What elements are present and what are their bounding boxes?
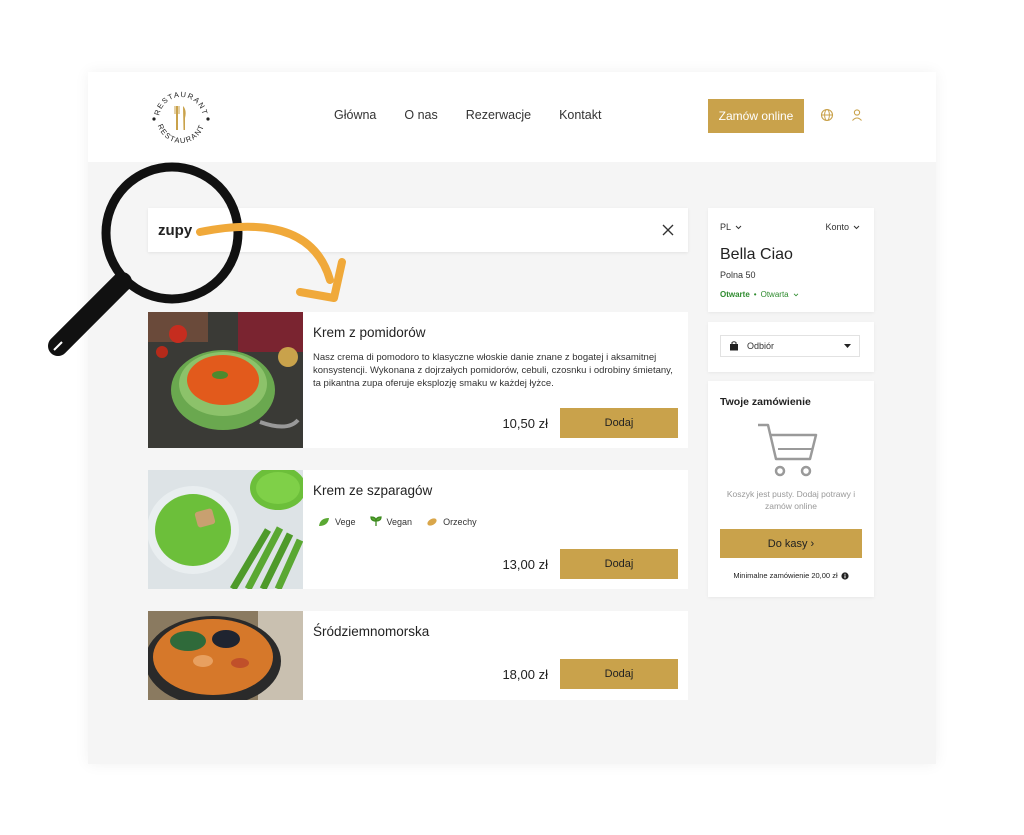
arrow-curve-icon	[196, 222, 334, 284]
magnifier-overlay	[48, 162, 346, 356]
magnifier-handle-icon	[48, 272, 132, 356]
